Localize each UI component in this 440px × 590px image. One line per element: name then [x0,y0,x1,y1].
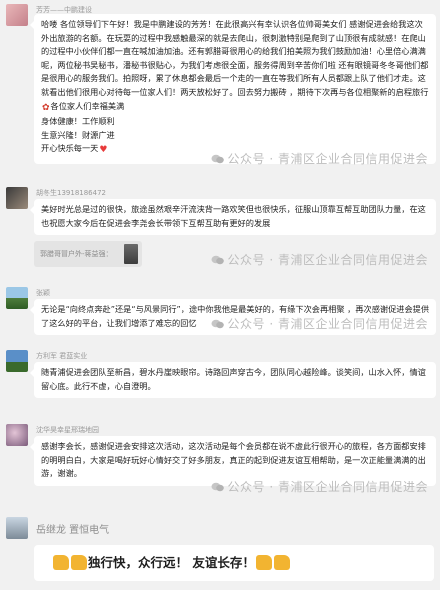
watermark: 公众号 · 青浦区企业合同信用促进会 [211,315,428,332]
avatar[interactable] [6,424,28,446]
message-text: 独行快，众行远！ 友谊长存！ [88,555,255,570]
sender-name: 张颖 [36,289,50,297]
message-text: 感谢李会长，感谢促进会安排这次活动，这次活动是每个会员都在说不虚此行很开心的旅程… [41,441,426,479]
sender-name: 岳继龙 置恒电气 [36,525,110,536]
message-bubble[interactable]: 随青浦促进会团队至新昌，碧水丹崖映眼帘。诗路回声穿古今，团队同心越险峰。谈笑间，… [30,362,436,398]
avatar[interactable] [6,517,28,539]
wechat-icon [211,482,224,492]
sender-name: 胡冬生13918186472 [36,189,106,197]
watermark: 公众号 · 青浦区企业合同信用促进会 [211,150,428,167]
rose-icon: ✿ [42,102,50,113]
quoted-message[interactable]: 郭腊哥冒户外-蒋益强： [34,241,142,267]
message-text: 随青浦促进会团队至新昌，碧水丹崖映眼帘。诗路回声穿古今，团队同心越险峰。谈笑间，… [41,367,426,391]
quote-thumbnail [124,244,138,264]
message-text: 生意兴隆！财源广进 [41,129,115,140]
message-text: ✿各位家人们幸福美满 [41,100,429,116]
avatar[interactable] [6,350,28,372]
sender-name: 方利军 君蓝实业 [36,352,88,360]
message-text: 哈喽 各位领导们下午好！我是中鹏建设的芳芳！在此很高兴有幸认识各位帅哥美女们 感… [41,19,429,97]
quote-text: 郭腊哥冒户外-蒋益强： [40,250,113,258]
wechat-icon [211,154,224,164]
message-bubble[interactable]: 哈喽 各位领导们下午好！我是中鹏建设的芳芳！在此很高兴有幸认识各位帅哥美女们 感… [30,14,436,164]
thumbs-up-icon [255,555,272,570]
thumbs-up-icon [273,555,290,570]
message-text: 美好时光总是过的很快，旅途虽然艰辛汗流浃背一路欢笑但也很快乐，征服山顶靠互帮互助… [41,204,426,228]
avatar[interactable] [6,287,28,309]
thumbs-up-icon [71,555,87,570]
watermark: 公众号 · 青浦区企业合同信用促进会 [211,251,428,268]
message-bubble[interactable]: 独行快，众行远！ 友谊长存！ [34,545,434,581]
watermark: 公众号 · 青浦区企业合同信用促进会 [211,478,428,495]
avatar[interactable] [6,4,28,26]
message-text: 身体健康！工作顺利 [41,116,115,127]
wechat-icon [211,319,224,329]
thumbs-up-icon [53,555,69,570]
message-bubble[interactable]: 美好时光总是过的很快，旅途虽然艰辛汗流浃背一路欢笑但也很快乐，征服山顶靠互帮互助… [30,199,436,235]
wechat-icon [211,255,224,265]
avatar[interactable] [6,187,28,209]
heart-icon: ♥ [99,145,108,156]
sender-name: 沈华昊幸星邢瑞地园 [36,426,99,434]
